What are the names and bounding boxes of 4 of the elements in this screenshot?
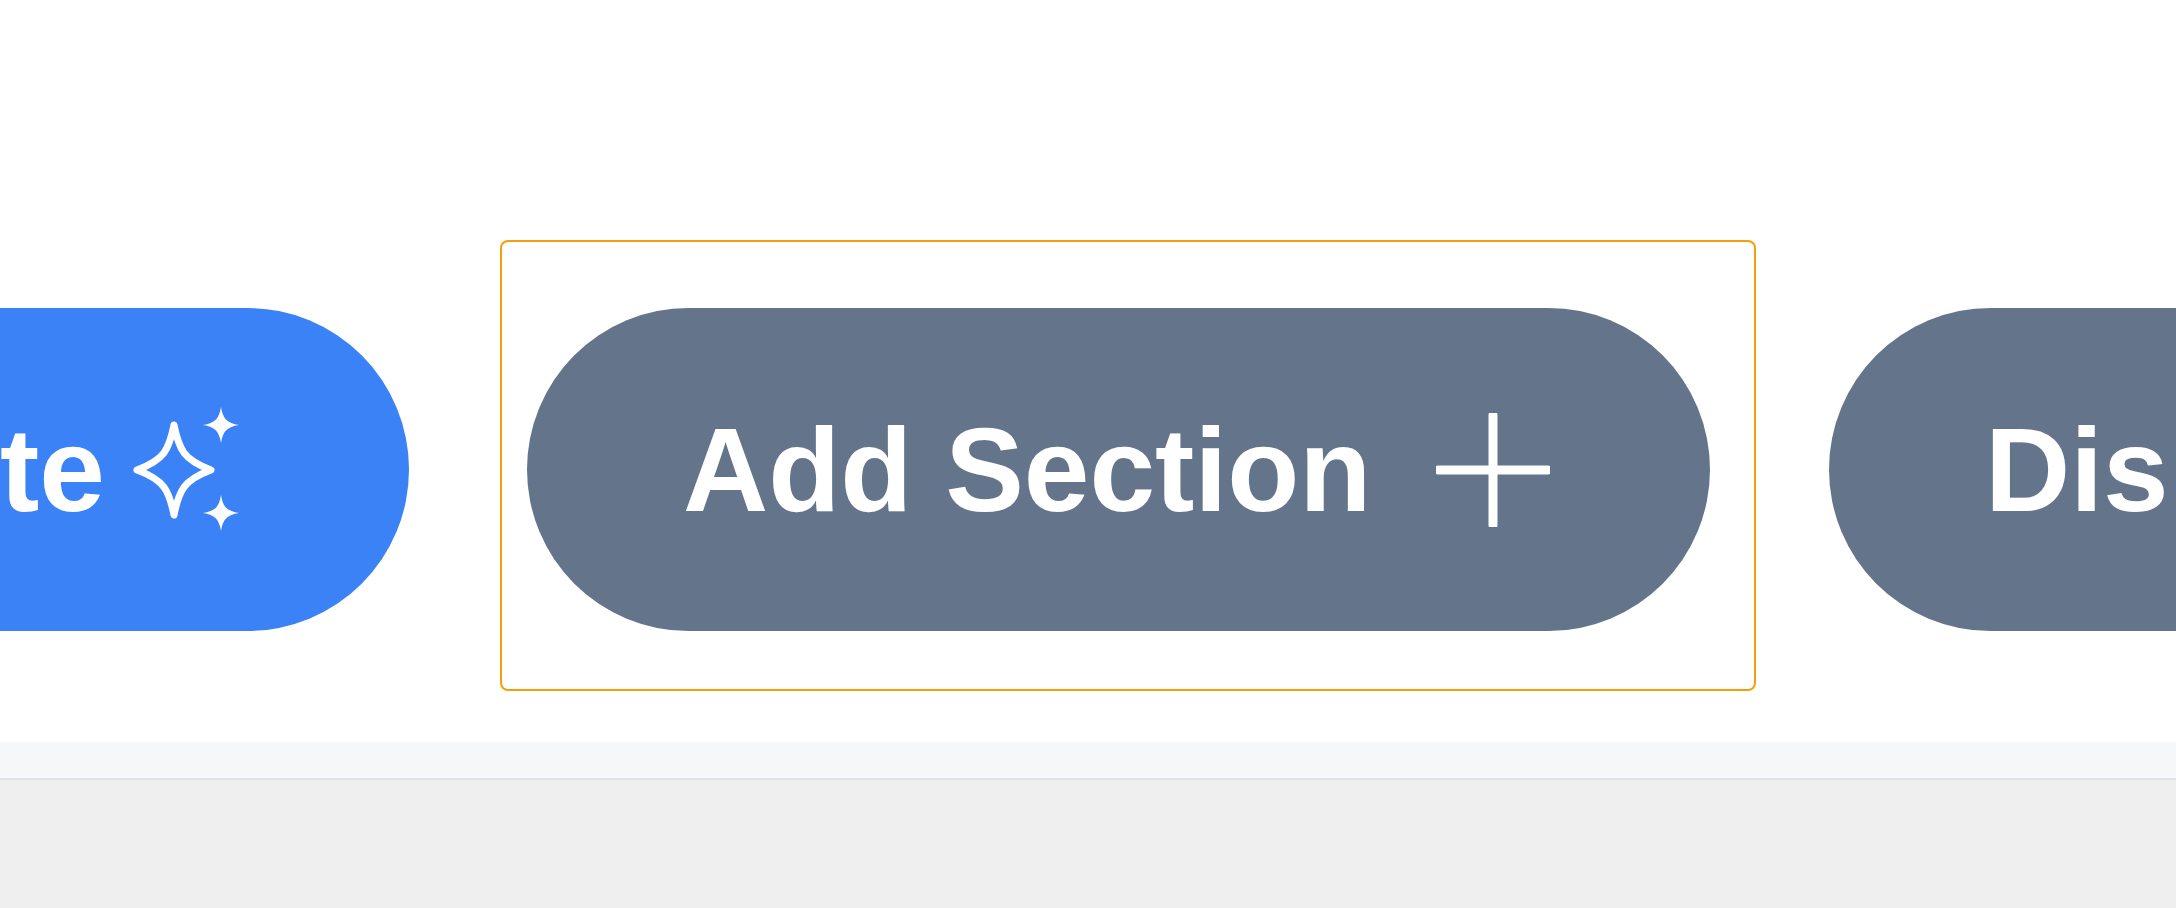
add-section-button[interactable]: Add Section — [527, 308, 1710, 631]
generate-button[interactable]: te — [0, 308, 409, 631]
plus-icon — [1436, 412, 1551, 527]
discard-button[interactable]: Dis — [1829, 308, 2176, 631]
